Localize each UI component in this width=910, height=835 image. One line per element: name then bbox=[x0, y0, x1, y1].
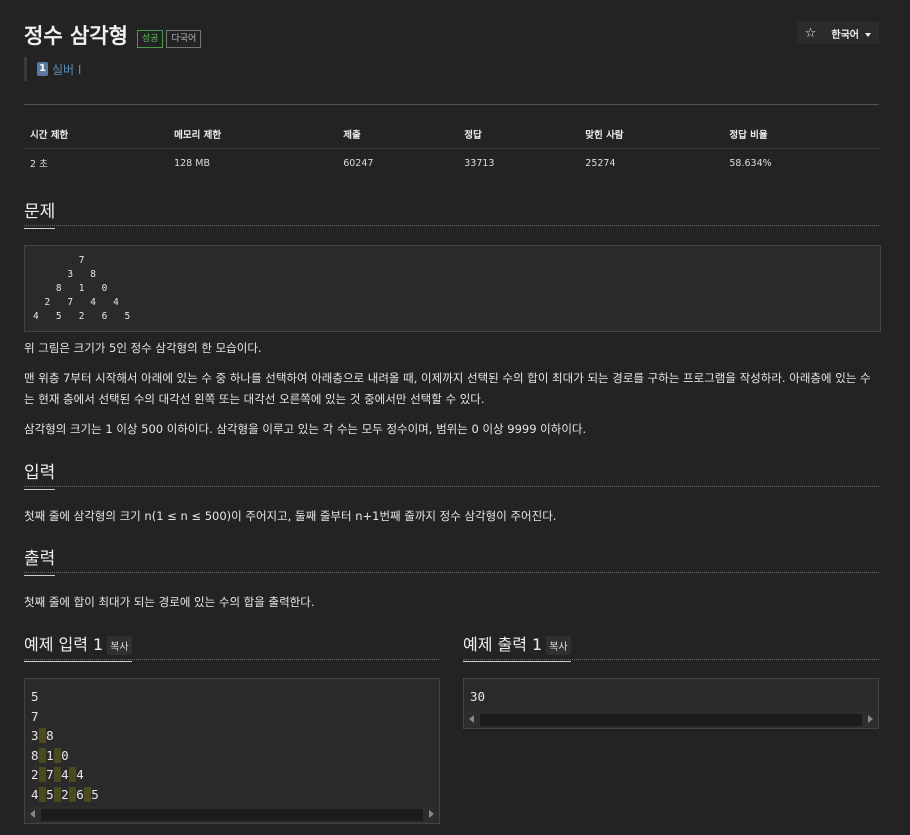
scroll-left-icon[interactable] bbox=[469, 715, 474, 723]
sample-input-token: 4 bbox=[76, 767, 84, 782]
submissions-header: 제출 bbox=[337, 120, 459, 149]
caret-down-icon bbox=[865, 32, 871, 37]
sample-input-line: 3 8 bbox=[31, 726, 433, 746]
sample-input-token: 3 bbox=[31, 728, 39, 743]
ratio-header: 정답 비율 bbox=[723, 120, 879, 149]
tier-icon: 1 bbox=[37, 62, 48, 76]
whitespace-highlight bbox=[38, 767, 47, 782]
scrollbar-thumb[interactable] bbox=[41, 809, 423, 821]
multilang-badge: 다국어 bbox=[166, 30, 202, 48]
problem-info-table: 시간 제한 메모리 제한 제출 정답 맞힌 사람 정답 비율 2 초 128 M… bbox=[24, 120, 879, 177]
copy-output-button[interactable]: 복사 bbox=[546, 636, 571, 655]
sample-input-box[interactable]: 573 88 1 02 7 4 44 5 2 6 5 bbox=[24, 678, 440, 824]
description-header: 문제 bbox=[24, 197, 879, 229]
tier-label: 실버 I bbox=[52, 62, 82, 77]
sample-input-token: 5 bbox=[31, 689, 39, 704]
sample-input-token: 2 bbox=[31, 767, 39, 782]
sample-output-header: 예제 출력 1 복사 bbox=[463, 631, 879, 662]
sample-output-box[interactable]: 30 bbox=[463, 678, 879, 729]
sample-input-token: 1 bbox=[46, 747, 54, 763]
output-text: 첫째 줄에 합이 최대가 되는 경로에 있는 수의 합을 출력한다. bbox=[24, 595, 315, 609]
sample-input-token: 2 bbox=[61, 786, 69, 802]
output-title: 출력 bbox=[24, 544, 56, 576]
sample-output-title: 예제 출력 1 bbox=[463, 635, 543, 654]
success-badge: 성공 bbox=[136, 30, 164, 48]
whitespace-highlight bbox=[53, 747, 62, 763]
sample-input-header: 예제 입력 1 복사 bbox=[24, 631, 439, 662]
info-value-row: 2 초 128 MB 60247 33713 25274 58.634% bbox=[24, 149, 879, 178]
whitespace-highlight bbox=[53, 786, 62, 802]
info-header-row: 시간 제한 메모리 제한 제출 정답 맞힌 사람 정답 비율 bbox=[24, 120, 879, 149]
solvers-value: 25274 bbox=[585, 157, 616, 169]
submissions-value: 60247 bbox=[343, 157, 374, 169]
scroll-right-icon[interactable] bbox=[868, 715, 873, 723]
copy-input-button[interactable]: 복사 bbox=[107, 636, 132, 655]
sample-input-title-wrap: 예제 입력 1 복사 bbox=[24, 631, 132, 662]
memory-limit-value: 128 MB bbox=[174, 157, 210, 169]
sample-input-token: 8 bbox=[31, 747, 39, 763]
star-icon[interactable]: ☆ bbox=[797, 26, 823, 41]
sample-input-token: 4 bbox=[61, 767, 69, 782]
accepted-value: 33713 bbox=[464, 157, 495, 169]
scroll-right-icon[interactable] bbox=[429, 810, 434, 818]
sample-input-title: 예제 입력 1 bbox=[24, 635, 104, 654]
scroll-left-icon[interactable] bbox=[30, 810, 35, 818]
sample-input-token: 5 bbox=[46, 786, 54, 802]
language-dropdown[interactable]: 한국어 bbox=[823, 26, 879, 41]
sample-input-token: 6 bbox=[76, 786, 84, 802]
description-text: 위 그림은 크기가 5인 정수 삼각형의 한 모습이다. 맨 위층 7부터 시작… bbox=[24, 338, 879, 440]
title-row: 정수 삼각형 성공 다국어 bbox=[24, 20, 202, 50]
language-label: 한국어 bbox=[831, 29, 859, 41]
sample-input-token: 5 bbox=[91, 786, 99, 802]
sample-input-line: 7 bbox=[31, 707, 433, 727]
whitespace-highlight bbox=[38, 786, 47, 802]
accepted-header: 정답 bbox=[458, 120, 580, 149]
input-title: 입력 bbox=[24, 458, 56, 490]
sample-output-title-wrap: 예제 출력 1 복사 bbox=[463, 631, 571, 662]
description-paragraph: 맨 위층 7부터 시작해서 아래에 있는 수 중 하나를 선택하여 아래층으로 … bbox=[24, 371, 871, 406]
sample-input-token: 8 bbox=[46, 728, 54, 743]
sample-input-scrollbar[interactable] bbox=[25, 807, 439, 823]
scrollbar-thumb[interactable] bbox=[480, 714, 862, 726]
sample-input-text[interactable]: 573 88 1 02 7 4 44 5 2 6 5 bbox=[25, 679, 439, 804]
ratio-value: 58.634% bbox=[729, 157, 772, 169]
problem-toolbar: ☆ 한국어 bbox=[797, 22, 879, 44]
time-limit-value: 2 초 bbox=[30, 159, 48, 170]
problem-title: 정수 삼각형 bbox=[24, 24, 128, 48]
output-header: 출력 bbox=[24, 544, 879, 576]
input-text: 첫째 줄에 삼각형의 크기 n(1 ≤ n ≤ 500)이 주어지고, 둘째 줄… bbox=[24, 509, 557, 523]
sample-input-line: 5 bbox=[31, 687, 433, 707]
sample-input-token: 7 bbox=[46, 767, 54, 782]
sample-input-token: 4 bbox=[31, 786, 39, 802]
input-header: 입력 bbox=[24, 458, 879, 490]
time-limit-header: 시간 제한 bbox=[24, 120, 169, 149]
sample-output-scrollbar[interactable] bbox=[464, 712, 878, 728]
sample-input-token: 7 bbox=[31, 708, 39, 724]
whitespace-highlight bbox=[53, 767, 62, 782]
description-paragraph: 위 그림은 크기가 5인 정수 삼각형의 한 모습이다. bbox=[24, 341, 262, 355]
sample-output-text[interactable]: 30 bbox=[464, 679, 878, 707]
memory-limit-header: 메모리 제한 bbox=[168, 120, 338, 149]
description-title: 문제 bbox=[24, 197, 56, 229]
tier-indicator[interactable]: 1 실버 I bbox=[24, 57, 81, 81]
sample-input-line: 4 5 2 6 5 bbox=[31, 785, 433, 805]
solvers-header: 맞힌 사람 bbox=[579, 120, 724, 149]
triangle-figure: 7 3 8 8 1 0 2 7 4 4 4 5 2 6 5 bbox=[24, 245, 881, 332]
divider bbox=[24, 104, 879, 105]
sample-input-line: 8 1 0 bbox=[31, 746, 433, 766]
description-paragraph: 삼각형의 크기는 1 이상 500 이하이다. 삼각형을 이루고 있는 각 수는… bbox=[24, 422, 587, 436]
sample-input-line: 2 7 4 4 bbox=[31, 765, 433, 785]
whitespace-highlight bbox=[38, 728, 47, 743]
sample-input-token: 0 bbox=[61, 747, 69, 763]
whitespace-highlight bbox=[38, 747, 47, 763]
